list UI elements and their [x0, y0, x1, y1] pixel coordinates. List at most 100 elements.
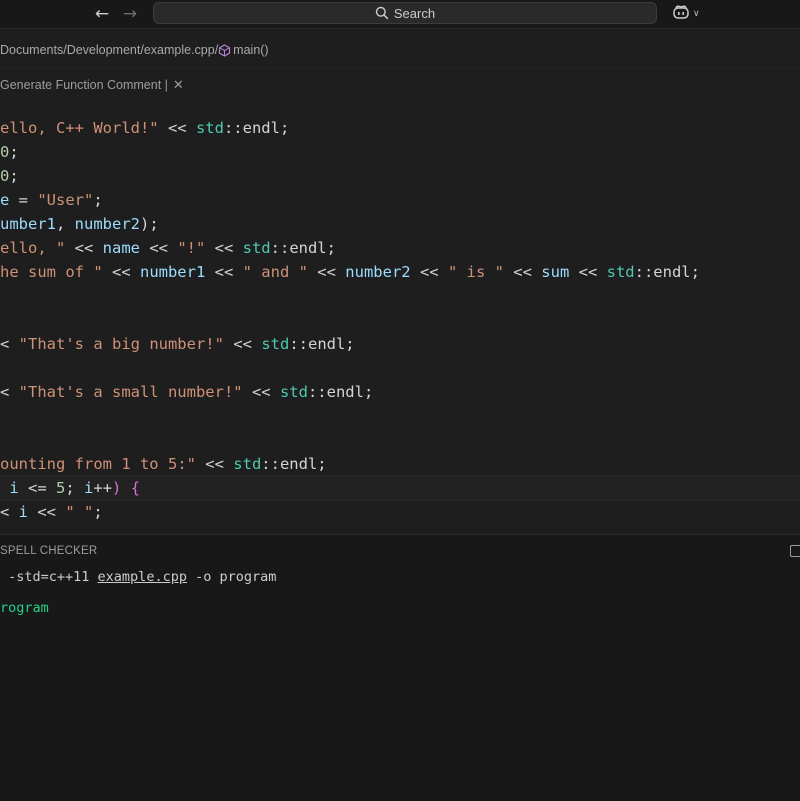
code-token: "That's a big number!"	[18, 335, 224, 353]
code-token: <<	[28, 503, 66, 521]
inline-chat-hint[interactable]: Generate Function Comment | ✕	[0, 76, 184, 94]
code-line[interactable]: i <= 5; i++) {	[0, 475, 800, 501]
terminal-output-line: rogram	[0, 600, 49, 616]
divider	[0, 68, 800, 69]
copilot-button[interactable]: ∨	[672, 4, 700, 25]
close-icon[interactable]: ✕	[173, 78, 184, 93]
code-token: endl;	[289, 239, 336, 257]
code-token: <	[0, 383, 19, 401]
code-token: 0	[0, 143, 10, 161]
code-token: <<	[205, 263, 243, 281]
code-token: ::	[261, 455, 280, 473]
code-token: <=	[18, 479, 56, 497]
code-line[interactable]: e = "User";	[0, 188, 800, 212]
code-token: <<	[102, 263, 140, 281]
code-token: " and "	[242, 263, 308, 281]
code-line[interactable]: ello, " << name << "!" << std::endl;	[0, 236, 800, 260]
breadcrumb-symbol[interactable]: main()	[233, 43, 268, 57]
code-token: name	[102, 239, 140, 257]
code-line[interactable]	[0, 356, 800, 380]
code-line[interactable]	[0, 308, 800, 332]
code-token: <<	[139, 239, 178, 257]
title-bar: ← → Search ∨	[0, 0, 800, 29]
breadcrumb: Documents/Development/example.cpp/ main(…	[0, 36, 800, 64]
code-token: ;	[65, 479, 85, 497]
copilot-icon	[672, 4, 690, 25]
code-token: number1	[139, 263, 206, 281]
code-token: <	[0, 335, 19, 353]
code-token: endl;	[653, 263, 700, 281]
code-line[interactable]: 0;	[0, 164, 800, 188]
code-editor[interactable]: ello, C++ World!" << std::endl; 0; 0; e = "…	[0, 116, 800, 524]
terminal-cmd-prefix: -std=c++11	[0, 569, 98, 585]
code-token: std	[279, 383, 308, 401]
code-token: " "	[65, 503, 94, 521]
code-token: " is "	[447, 263, 504, 281]
search-icon	[375, 6, 389, 20]
code-line[interactable]: he sum of " << number1 << " and " << num…	[0, 260, 800, 284]
code-line[interactable]	[0, 428, 800, 452]
code-token: ello, C++ World!"	[0, 119, 159, 137]
code-token: ::	[634, 263, 654, 281]
code-token: 0	[0, 167, 10, 185]
code-token: he sum of "	[0, 263, 103, 281]
code-line[interactable]: 0;	[0, 140, 800, 164]
code-token: ,	[56, 215, 75, 233]
breadcrumb-path[interactable]: Documents/Development/example.cpp/	[0, 43, 218, 57]
code-token: );	[140, 215, 159, 233]
arrow-left-icon[interactable]: ←	[93, 4, 111, 24]
code-token: e	[0, 191, 10, 209]
code-token: std	[606, 263, 635, 281]
code-token: <<	[205, 239, 243, 257]
code-token: <<	[410, 263, 448, 281]
code-token: std	[233, 455, 262, 473]
code-token: "!"	[177, 239, 206, 257]
code-token: ++	[93, 479, 113, 497]
code-token: <<	[503, 263, 542, 281]
terminal-command-line: -std=c++11 example.cpp -o program	[0, 569, 276, 585]
arrow-right-icon[interactable]: →	[121, 4, 139, 24]
code-token: ;	[9, 167, 19, 185]
code-token: 5	[56, 479, 66, 497]
code-token: endl;	[242, 119, 290, 137]
code-token: ;	[93, 503, 103, 521]
code-token: <<	[569, 263, 607, 281]
maximize-panel-icon[interactable]	[790, 545, 800, 557]
code-token: <	[0, 503, 19, 521]
code-token: <<	[158, 119, 196, 137]
hint-label: Generate Function Comment |	[0, 78, 168, 92]
code-token: endl;	[326, 383, 374, 401]
code-token: ) {	[112, 479, 141, 497]
code-token: i	[18, 503, 29, 521]
code-line[interactable]: < "That's a small number!" << std::endl;	[0, 380, 800, 404]
code-token: =	[9, 191, 38, 209]
search-input[interactable]: Search	[153, 2, 657, 24]
symbol-method-icon	[218, 43, 231, 57]
code-token: ::	[307, 383, 327, 401]
code-token: sum	[541, 263, 570, 281]
code-token: endl;	[279, 455, 327, 473]
tab-spell-checker[interactable]: SPELL CHECKER	[0, 545, 97, 557]
bottom-panel: SPELL CHECKER -std=c++11 example.cpp -o …	[0, 534, 800, 801]
code-line[interactable]	[0, 284, 800, 308]
code-token: std	[242, 239, 271, 257]
code-token: <<	[195, 455, 234, 473]
code-line[interactable]: umber1, number2);	[0, 212, 800, 236]
code-token: i	[84, 479, 94, 497]
code-token: number2	[345, 263, 411, 281]
code-token: endl;	[307, 335, 355, 353]
code-token: umber1	[0, 215, 56, 233]
code-line[interactable]: < i << " ";	[0, 500, 800, 524]
code-line[interactable]: < "That's a big number!" << std::endl;	[0, 332, 800, 356]
code-token: ;	[9, 143, 19, 161]
code-token: ello, "	[0, 239, 66, 257]
code-line[interactable]: ello, C++ World!" << std::endl;	[0, 116, 800, 140]
search-label: Search	[393, 5, 436, 21]
terminal-file-link[interactable]: example.cpp	[98, 569, 187, 585]
code-token: std	[195, 119, 224, 137]
code-line[interactable]	[0, 404, 800, 428]
code-token: <<	[307, 263, 346, 281]
code-line[interactable]: ounting from 1 to 5:" << std::endl;	[0, 452, 800, 476]
code-token: i	[0, 479, 19, 497]
code-token: ounting from 1 to 5:"	[0, 455, 196, 473]
